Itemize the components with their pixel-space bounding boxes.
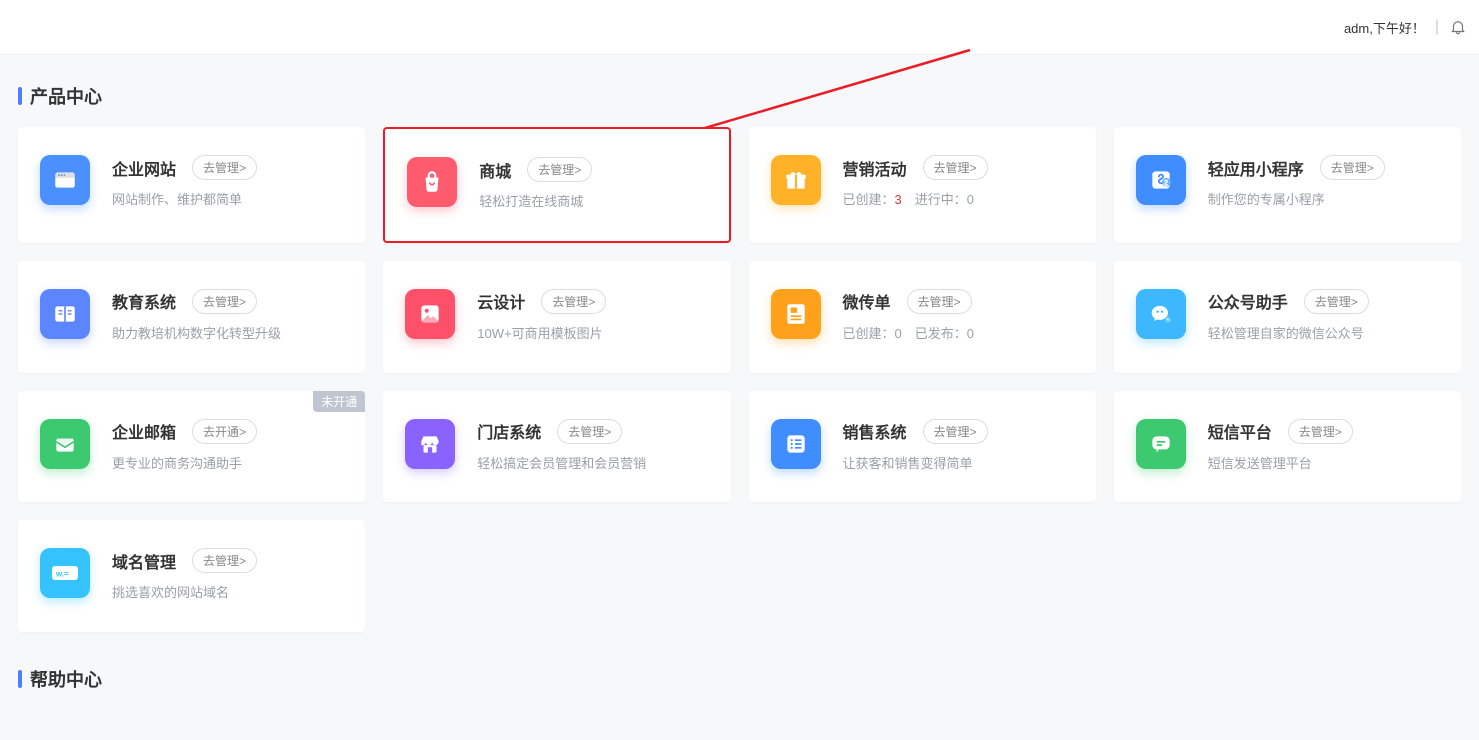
manage-button[interactable]: 去管理>	[557, 419, 622, 444]
card-wei-flyer[interactable]: 微传单 去管理> 已创建：0 已发布：0	[749, 261, 1096, 373]
card-desc: 助力教培机构数字化转型升级	[112, 324, 343, 345]
bag-icon	[407, 157, 457, 207]
card-title: 企业网站	[112, 156, 176, 180]
greeting-text: adm,下午好！	[1344, 18, 1425, 37]
message-icon	[1136, 419, 1186, 469]
card-sms-platform[interactable]: 短信平台 去管理> 短信发送管理平台	[1114, 391, 1461, 503]
manage-button[interactable]: 去管理>	[527, 157, 592, 182]
card-sales-system[interactable]: 销售系统 去管理> 让获客和销售变得简单	[749, 391, 1096, 503]
manage-button[interactable]: 去管理>	[923, 419, 988, 444]
gift-icon	[771, 155, 821, 205]
card-title: 云设计	[477, 289, 525, 313]
card-title: 门店系统	[477, 419, 541, 443]
miniapp-icon	[1136, 155, 1186, 205]
manage-button[interactable]: 去管理>	[1304, 289, 1369, 314]
card-cloud-design[interactable]: 云设计 去管理> 10W+可商用模板图片	[383, 261, 730, 373]
card-wechat-assistant[interactable]: 公众号助手 去管理> 轻松管理自家的微信公众号	[1114, 261, 1461, 373]
card-desc: 让获客和销售变得简单	[843, 454, 1074, 475]
card-desc: 轻松打造在线商城	[479, 192, 706, 213]
manage-button[interactable]: 去管理>	[923, 155, 988, 180]
card-desc: 10W+可商用模板图片	[477, 324, 708, 345]
card-desc: 挑选喜欢的网站域名	[112, 583, 343, 604]
card-title: 域名管理	[112, 549, 176, 573]
divider: |	[1435, 18, 1439, 36]
products-section-title: 产品中心	[18, 83, 1461, 109]
card-desc: 短信发送管理平台	[1208, 454, 1439, 475]
card-title: 销售系统	[843, 419, 907, 443]
manage-button[interactable]: 去管理>	[192, 289, 257, 314]
manage-button[interactable]: 去管理>	[1288, 419, 1353, 444]
image-icon	[405, 289, 455, 339]
card-desc: 已创建：3 进行中：0	[843, 192, 974, 207]
card-marketing[interactable]: 营销活动 去管理> 已创建：3 进行中：0	[749, 127, 1096, 243]
card-desc: 轻松搞定会员管理和会员营销	[477, 454, 708, 475]
list-icon	[771, 419, 821, 469]
card-desc: 更专业的商务沟通助手	[112, 454, 343, 475]
manage-button[interactable]: 去管理>	[192, 155, 257, 180]
card-title: 企业邮箱	[112, 419, 176, 443]
card-title: 短信平台	[1208, 419, 1272, 443]
mail-icon	[40, 419, 90, 469]
card-light-app[interactable]: 轻应用小程序 去管理> 制作您的专属小程序	[1114, 127, 1461, 243]
card-title: 公众号助手	[1208, 289, 1288, 313]
card-enterprise-website[interactable]: 企业网站 去管理> 网站制作、维护都简单	[18, 127, 365, 243]
card-domain[interactable]: w.= 域名管理 去管理> 挑选喜欢的网站域名	[18, 520, 365, 632]
top-bar: adm,下午好！ |	[0, 0, 1479, 55]
card-title: 轻应用小程序	[1208, 156, 1304, 180]
card-store-system[interactable]: 门店系统 去管理> 轻松搞定会员管理和会员营销	[383, 391, 730, 503]
svg-text:w.=: w.=	[55, 570, 69, 579]
badge-unopened: 未开通	[313, 391, 365, 412]
book-icon	[40, 289, 90, 339]
card-title: 商城	[479, 158, 511, 182]
card-education[interactable]: 教育系统 去管理> 助力教培机构数字化转型升级	[18, 261, 365, 373]
card-title: 营销活动	[843, 156, 907, 180]
card-desc: 轻松管理自家的微信公众号	[1208, 324, 1439, 345]
manage-button[interactable]: 去管理>	[907, 289, 972, 314]
window-icon	[40, 155, 90, 205]
card-desc: 制作您的专属小程序	[1208, 190, 1439, 211]
bell-icon[interactable]	[1449, 17, 1467, 37]
store-icon	[405, 419, 455, 469]
help-section-title: 帮助中心	[18, 666, 1461, 692]
card-desc: 网站制作、维护都简单	[112, 190, 343, 211]
products-grid: 企业网站 去管理> 网站制作、维护都简单 商城 去管理> 轻松打造在线商城 营销…	[18, 127, 1461, 632]
flyer-icon	[771, 289, 821, 339]
card-title: 教育系统	[112, 289, 176, 313]
manage-button[interactable]: 去管理>	[541, 289, 606, 314]
manage-button[interactable]: 去开通>	[192, 419, 257, 444]
manage-button[interactable]: 去管理>	[192, 548, 257, 573]
manage-button[interactable]: 去管理>	[1320, 155, 1385, 180]
card-title: 微传单	[843, 289, 891, 313]
card-enterprise-mail[interactable]: 未开通 企业邮箱 去开通> 更专业的商务沟通助手	[18, 391, 365, 503]
domain-icon: w.=	[40, 548, 90, 598]
card-desc: 已创建：0 已发布：0	[843, 324, 1074, 345]
page-content: 产品中心 企业网站 去管理> 网站制作、维护都简单 商城 去管理> 轻松打造在线…	[0, 55, 1479, 740]
wechat-icon	[1136, 289, 1186, 339]
card-mall[interactable]: 商城 去管理> 轻松打造在线商城	[383, 127, 730, 243]
